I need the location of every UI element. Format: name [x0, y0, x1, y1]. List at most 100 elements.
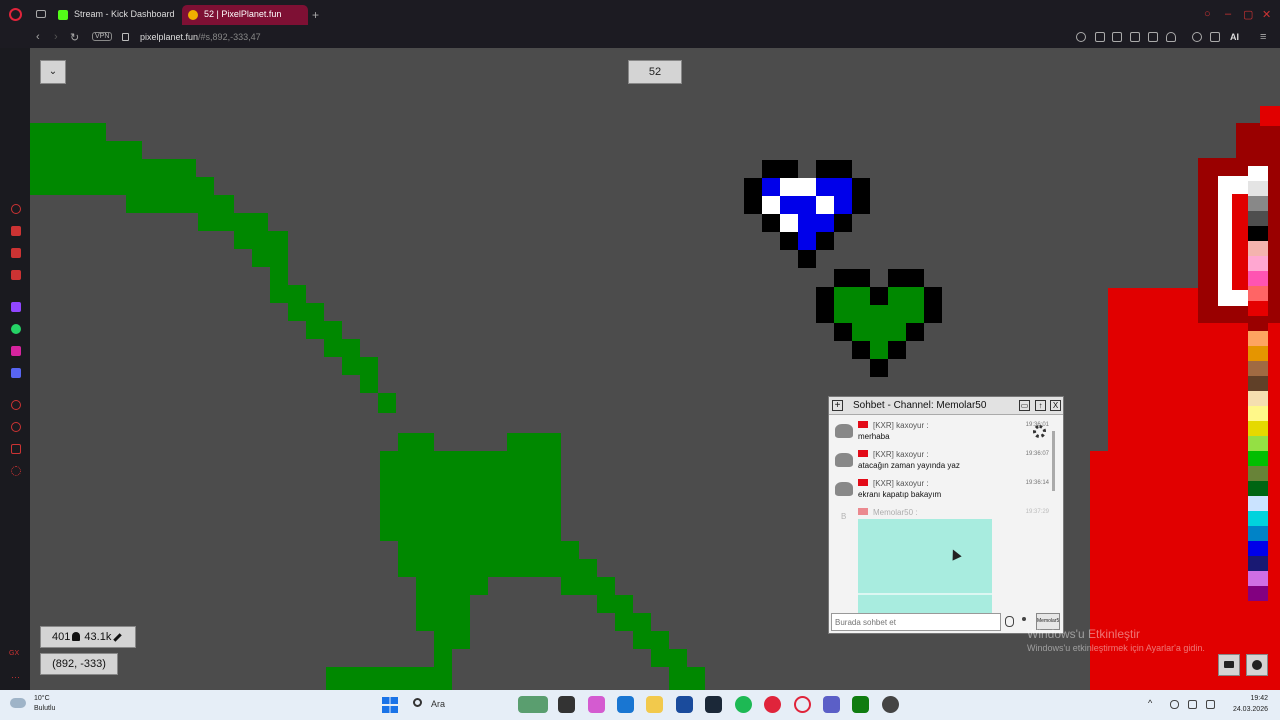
sidebar-messenger-icon[interactable]: [11, 248, 21, 258]
palette-swatch[interactable]: [1248, 526, 1268, 541]
xbox-icon[interactable]: [852, 696, 869, 713]
cloud-icon[interactable]: [10, 698, 26, 708]
tab-overview-icon[interactable]: [36, 10, 46, 18]
palette-swatch[interactable]: [1248, 586, 1268, 601]
edge-icon[interactable]: [617, 696, 634, 713]
palette-swatch[interactable]: [1248, 451, 1268, 466]
lock-icon[interactable]: [122, 33, 129, 41]
chat-input[interactable]: [831, 613, 1001, 631]
weather-condition[interactable]: Bulutlu: [34, 705, 55, 712]
maximize-chat-button[interactable]: ↑: [1035, 400, 1046, 411]
microphone-icon[interactable]: [1170, 700, 1179, 709]
windows-start-icon[interactable]: [382, 697, 398, 713]
palette-swatch[interactable]: [1248, 331, 1268, 346]
obs-icon[interactable]: [882, 696, 899, 713]
palette-swatch[interactable]: [1248, 256, 1268, 271]
snapshot-icon[interactable]: [1112, 32, 1122, 42]
vpn-badge[interactable]: VPN: [92, 32, 113, 41]
opera-icon[interactable]: [794, 696, 811, 713]
attachment-icon[interactable]: [1005, 616, 1014, 627]
chat-titlebar[interactable]: + Sohbet - Channel: Memolar50 ▭ ↑ X: [829, 397, 1063, 415]
palette-swatch[interactable]: [1248, 421, 1268, 436]
sidebar-aria-icon[interactable]: [11, 204, 21, 214]
palette-swatch[interactable]: [1248, 391, 1268, 406]
tab-pixelplanet[interactable]: 52 | PixelPlanet.fun: [182, 5, 308, 25]
palette-swatch[interactable]: [1248, 166, 1268, 181]
close-icon[interactable]: ✕: [1262, 8, 1271, 21]
message-author[interactable]: [KXR] kaxoyur :: [873, 479, 929, 488]
sidebar-gx-icon[interactable]: GX: [9, 650, 23, 660]
palette-swatch[interactable]: [1248, 346, 1268, 361]
taskbar-search[interactable]: Ara: [431, 699, 445, 709]
palette-swatch[interactable]: [1248, 541, 1268, 556]
scrollbar-thumb[interactable]: [1052, 431, 1055, 491]
add-window-button[interactable]: +: [832, 400, 843, 411]
palette-swatch[interactable]: [1248, 556, 1268, 571]
adblock-shield-icon[interactable]: [1130, 32, 1140, 42]
store-icon[interactable]: [676, 696, 693, 713]
pixel-canvas[interactable]: ⌄ 52 401 43.1k (892, -333) + Sohbet - Ch…: [30, 48, 1280, 690]
player-icon[interactable]: [1148, 32, 1158, 42]
palette-swatch[interactable]: [1248, 286, 1268, 301]
palette-swatch[interactable]: [1248, 361, 1268, 376]
color-palette[interactable]: [1248, 166, 1268, 601]
palette-swatch[interactable]: [1248, 241, 1268, 256]
sidebar-player-icon[interactable]: [11, 270, 21, 280]
sidebar-whatsapp-icon[interactable]: [11, 324, 21, 334]
volume-icon[interactable]: [1206, 700, 1215, 709]
coordinates-box[interactable]: (892, -333): [40, 653, 118, 675]
back-icon[interactable]: ‹: [36, 31, 40, 43]
sidebar-discord-icon[interactable]: [11, 368, 21, 378]
sidebar-bag-icon[interactable]: [11, 226, 21, 236]
palette-swatch[interactable]: [1248, 481, 1268, 496]
tray-chevron-icon[interactable]: ^: [1148, 698, 1157, 708]
download-icon[interactable]: [1210, 32, 1220, 42]
canvas-selector-button[interactable]: 52: [628, 60, 682, 84]
sidebar-more-icon[interactable]: ···: [11, 672, 21, 682]
sidebar-extensions-icon[interactable]: [11, 444, 21, 454]
copilot-icon[interactable]: [588, 696, 605, 713]
message-author[interactable]: [KXR] kaxoyur :: [873, 450, 929, 459]
palette-swatch[interactable]: [1248, 211, 1268, 226]
palette-swatch[interactable]: [1248, 316, 1268, 331]
palette-swatch[interactable]: [1248, 406, 1268, 421]
emoji-icon[interactable]: [1076, 32, 1086, 42]
palette-swatch[interactable]: [1248, 376, 1268, 391]
network-icon[interactable]: [1188, 700, 1197, 709]
palette-swatch[interactable]: [1248, 301, 1268, 316]
steam-icon[interactable]: [705, 696, 722, 713]
new-tab-button[interactable]: +: [312, 8, 319, 22]
clock-date[interactable]: 24.03.2026: [1218, 706, 1268, 713]
palette-swatch[interactable]: [1248, 226, 1268, 241]
opera-logo-icon[interactable]: [9, 8, 22, 21]
chat-scrollbar[interactable]: [1051, 419, 1057, 614]
menu-dropdown-button[interactable]: ⌄: [40, 60, 66, 84]
weather-temperature[interactable]: 10°C: [34, 695, 50, 702]
opera-gx-icon[interactable]: [764, 696, 781, 713]
sidebar-speed-dial-icon[interactable]: [11, 400, 21, 410]
palette-swatch[interactable]: [1248, 571, 1268, 586]
popout-button[interactable]: ▭: [1019, 400, 1030, 411]
url-field[interactable]: pixelplanet.fun/#s,892,-333,47: [140, 32, 261, 42]
profile-icon[interactable]: [1192, 32, 1202, 42]
palette-swatch[interactable]: [1248, 271, 1268, 286]
teams-icon[interactable]: [823, 696, 840, 713]
sidebar-twitch-icon[interactable]: [11, 302, 21, 312]
palette-swatch[interactable]: [1248, 511, 1268, 526]
chat-toggle-button[interactable]: [1218, 654, 1240, 676]
maximize-icon[interactable]: ▢: [1243, 8, 1253, 21]
palette-swatch[interactable]: [1248, 196, 1268, 211]
message-author[interactable]: [KXR] kaxoyur :: [873, 421, 929, 430]
search-highlight-icon[interactable]: [518, 696, 548, 713]
search-icon[interactable]: [413, 698, 422, 707]
clock-time[interactable]: 19:42: [1228, 695, 1268, 702]
sidebar-instagram-icon[interactable]: [11, 346, 21, 356]
message-author[interactable]: Memolar50 :: [873, 508, 917, 517]
file-explorer-icon[interactable]: [646, 696, 663, 713]
shared-image[interactable]: [858, 519, 992, 615]
search-tabs-icon[interactable]: ○: [1204, 8, 1211, 20]
reload-icon[interactable]: ↻: [70, 31, 79, 44]
forward-icon[interactable]: ›: [54, 31, 58, 43]
close-chat-button[interactable]: X: [1050, 400, 1061, 411]
sidebar-history-icon[interactable]: [11, 422, 21, 432]
